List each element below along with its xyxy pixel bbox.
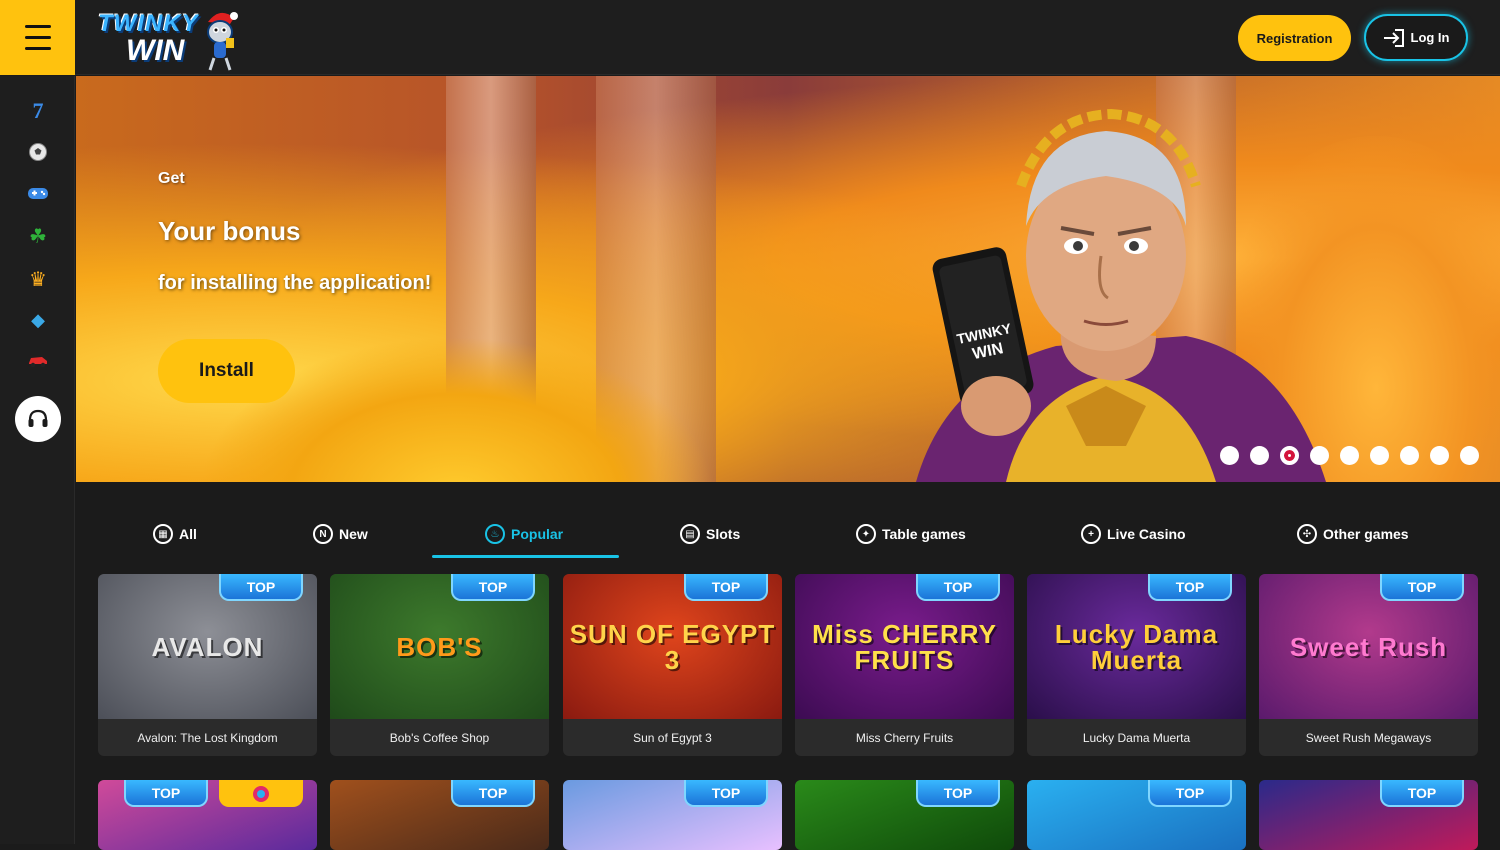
crown-icon[interactable]: ♛ xyxy=(25,266,51,292)
category-tabs: ▦ All N New ♨ Popular ▤ Slots ✦ Table ga… xyxy=(76,510,1500,560)
top-badge: TOP xyxy=(451,574,535,601)
game-name: Bob's Coffee Shop xyxy=(389,730,490,745)
active-tab-underline xyxy=(432,555,619,558)
game-art-title: Miss CHERRY FRUITS xyxy=(812,618,997,675)
login-icon xyxy=(1383,28,1404,47)
game-name: Sun of Egypt 3 xyxy=(633,730,712,745)
slide-dot[interactable] xyxy=(1430,446,1449,465)
tab-table-games[interactable]: ✦ Table games xyxy=(856,524,966,544)
tab-label: Table games xyxy=(882,526,966,542)
tab-label: All xyxy=(179,526,197,542)
game-card[interactable]: SUN OF EGYPT 3 TOP Sun of Egypt 3 xyxy=(563,574,782,756)
game-card[interactable]: TOP xyxy=(1259,780,1478,850)
slide-dot-active[interactable] xyxy=(1280,446,1299,465)
sidebar: 7 ☘ ♛ ◆ xyxy=(0,76,75,844)
game-name: Lucky Dama Muerta xyxy=(1082,730,1191,745)
headset-icon xyxy=(28,409,48,427)
clover-icon[interactable]: ☘ xyxy=(25,223,51,249)
support-button[interactable] xyxy=(15,396,61,442)
car-icon[interactable] xyxy=(25,348,51,374)
login-label: Log In xyxy=(1410,30,1450,45)
slide-dot[interactable] xyxy=(1400,446,1419,465)
tab-label: Popular xyxy=(511,526,564,542)
new-icon: N xyxy=(313,524,333,544)
tab-label: Other games xyxy=(1323,526,1409,542)
game-art-title: Lucky Dama Muerta xyxy=(1054,618,1219,675)
mascot-icon xyxy=(207,12,238,71)
game-card[interactable]: Sweet Rush TOP Sweet Rush Megaways xyxy=(1259,574,1478,756)
caesar-illustration: TWINKY WIN xyxy=(916,108,1326,482)
banner-title: Your bonus xyxy=(158,216,301,246)
top-badge: TOP xyxy=(1380,574,1464,601)
top-badge: TOP xyxy=(684,780,768,807)
tab-new[interactable]: N New xyxy=(313,524,368,544)
banner-subtitle: for installing the application! xyxy=(158,272,432,294)
slide-dot[interactable] xyxy=(1250,446,1269,465)
slide-dot[interactable] xyxy=(1340,446,1359,465)
banner-get: Get xyxy=(158,170,185,187)
game-card[interactable]: BOB'S TOP Bob's Coffee Shop xyxy=(330,574,549,756)
game-art-title: BOB'S xyxy=(396,631,483,662)
tab-label: New xyxy=(339,526,368,542)
soccer-ball-icon[interactable] xyxy=(25,139,51,165)
top-badge: TOP xyxy=(916,574,1000,601)
game-art-title: AVALON xyxy=(151,631,264,662)
top-bar: TWINKY WIN Registration Log In xyxy=(0,0,1500,75)
game-name: Miss Cherry Fruits xyxy=(855,730,954,745)
top-badge: TOP xyxy=(219,574,303,601)
game-art-title: Sweet Rush xyxy=(1289,631,1448,662)
live-casino-icon: + xyxy=(1081,524,1101,544)
slide-dot[interactable] xyxy=(1220,446,1239,465)
hamburger-icon xyxy=(24,21,51,54)
table-games-icon: ✦ xyxy=(856,524,876,544)
registration-button[interactable]: Registration xyxy=(1238,15,1351,61)
diamond-icon[interactable]: ◆ xyxy=(25,307,51,333)
tab-other-games[interactable]: ✣ Other games xyxy=(1297,524,1409,544)
tab-all[interactable]: ▦ All xyxy=(153,524,197,544)
game-name: Sweet Rush Megaways xyxy=(1305,730,1432,745)
tab-label: Slots xyxy=(706,526,741,542)
slide-dot[interactable] xyxy=(1370,446,1389,465)
game-card[interactable]: AVALON TOP Avalon: The Lost Kingdom xyxy=(98,574,317,756)
tab-slots[interactable]: ▤ Slots xyxy=(680,524,740,544)
game-card[interactable]: TOP xyxy=(563,780,782,850)
other-games-icon: ✣ xyxy=(1297,524,1317,544)
top-badge: TOP xyxy=(1148,574,1232,601)
tab-live-casino[interactable]: + Live Casino xyxy=(1081,524,1186,544)
slider-dots xyxy=(1220,446,1479,465)
top-badge: TOP xyxy=(1380,780,1464,807)
login-button[interactable]: Log In xyxy=(1364,14,1468,61)
popular-icon: ♨ xyxy=(485,524,505,544)
game-card[interactable]: TOP xyxy=(1027,780,1246,850)
install-button[interactable]: Install xyxy=(158,339,295,403)
top-badge: TOP xyxy=(916,780,1000,807)
game-name: Avalon: The Lost Kingdom xyxy=(137,730,278,745)
game-card[interactable]: TOP xyxy=(330,780,549,850)
slide-dot[interactable] xyxy=(1310,446,1329,465)
top-badge: TOP xyxy=(451,780,535,807)
provider-icon xyxy=(253,785,269,802)
top-badge: TOP xyxy=(124,780,208,807)
tab-label: Live Casino xyxy=(1107,526,1186,542)
slots-icon: ▤ xyxy=(680,524,700,544)
tab-popular[interactable]: ♨ Popular xyxy=(485,524,563,544)
game-card[interactable]: TOP xyxy=(98,780,317,850)
top-badge: TOP xyxy=(684,574,768,601)
game-card[interactable]: Miss CHERRY FRUITS TOP Miss Cherry Fruit… xyxy=(795,574,1014,756)
provider-badge xyxy=(219,780,303,807)
game-card[interactable]: Lucky Dama Muerta TOP Lucky Dama Muerta xyxy=(1027,574,1246,756)
menu-button[interactable] xyxy=(0,0,75,75)
game-art-title: SUN OF EGYPT 3 xyxy=(569,618,776,675)
gamepad-icon[interactable] xyxy=(25,180,51,206)
grid-icon: ▦ xyxy=(153,524,173,544)
logo[interactable]: TWINKY WIN xyxy=(96,6,246,72)
logo-text-bottom: WIN xyxy=(126,34,185,67)
slot-seven-icon[interactable]: 7 xyxy=(25,98,51,124)
top-badge: TOP xyxy=(1148,780,1232,807)
promo-banner: TWINKY WIN Get Your bonus for installing… xyxy=(76,76,1500,482)
game-card[interactable]: TOP xyxy=(795,780,1014,850)
slide-dot[interactable] xyxy=(1460,446,1479,465)
